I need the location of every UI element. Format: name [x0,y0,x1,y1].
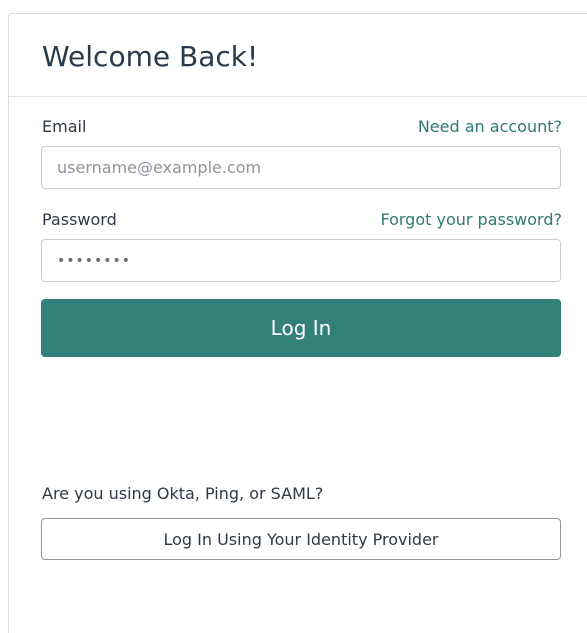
email-field[interactable] [41,146,561,189]
password-label: Password [42,210,117,229]
card-header: Welcome Back! [9,14,587,97]
login-card: Welcome Back! Email Need an account? Pas… [8,13,587,633]
forgot-password-link[interactable]: Forgot your password? [380,210,562,230]
email-label: Email [42,117,87,136]
sso-question: Are you using Okta, Ping, or SAML? [42,484,324,503]
identity-provider-login-button[interactable]: Log In Using Your Identity Provider [41,518,561,560]
password-field[interactable] [41,239,561,282]
login-button[interactable]: Log In [41,299,561,357]
page-title: Welcome Back! [42,40,259,73]
need-account-link[interactable]: Need an account? [418,117,562,137]
